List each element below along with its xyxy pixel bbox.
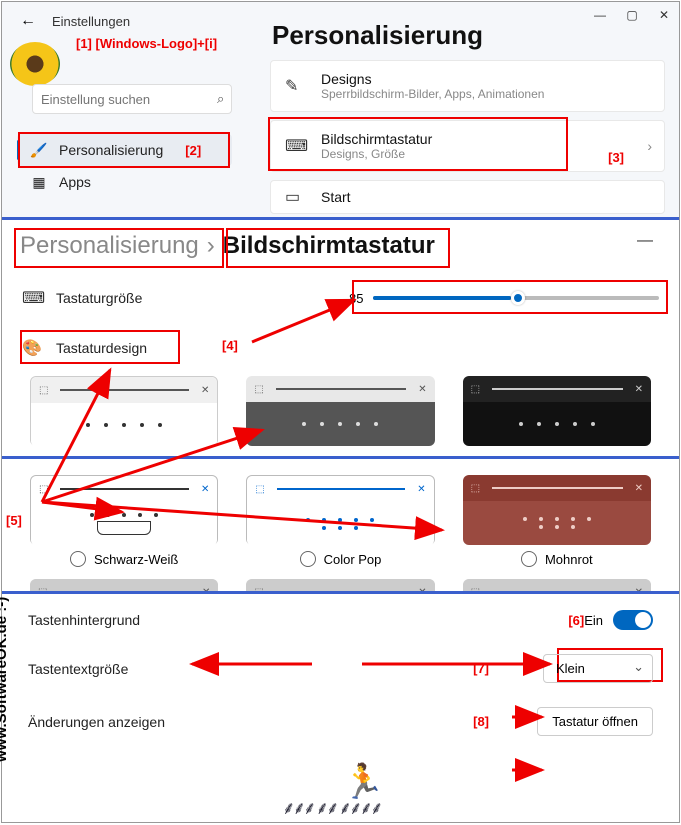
preview-changes-row: Änderungen anzeigen [8] Tastatur öffnen [2,695,679,748]
toggle-state-label: Ein [584,613,603,628]
user-avatar[interactable] [10,42,60,86]
search-input[interactable] [41,92,217,107]
annotation-3: [3] [608,150,624,165]
designs-icon: ✎ [285,76,307,96]
theme-thumb-light[interactable]: ⬚✕ [30,376,218,452]
open-keyboard-button[interactable]: Tastatur öffnen [537,707,653,736]
tile-list: ✎ Designs Sperrbildschirm-Bilder, Apps, … [270,60,665,222]
keyboard-size-icon: ⌨ [22,288,44,308]
radio-icon[interactable] [300,551,316,567]
watermark: www.SoftwareOK.de :-) [0,597,10,762]
theme-label: Mohnrot [545,552,593,567]
annotation-8: [8] [473,714,489,729]
close-button[interactable]: ✕ [657,8,671,22]
keyboard-settings-panel: Personalisierung › Bildschirmtastatur — … [2,220,679,456]
annotation-7: [7] [473,661,489,676]
back-button[interactable]: ← [12,8,44,34]
key-background-row: Tastenhintergrund [6] Ein [2,598,679,642]
settings-label: Einstellungen [52,14,130,29]
highlight-box-design [20,330,180,364]
highlight-box-slider [352,280,668,314]
key-background-toggle[interactable] [613,610,653,630]
theme-row-peek: ⬚✕ ⬚✕ ⬚✕ [2,571,679,591]
page-title: Personalisierung [272,20,483,51]
key-text-size-dropdown[interactable]: Klein [543,654,653,683]
tile-title: Designs [321,71,544,87]
minimize-button[interactable]: — [593,8,607,22]
tile-title: Start [321,189,351,205]
maximize-button[interactable]: ▢ [625,8,639,22]
radio-icon[interactable] [70,551,86,567]
settings-top-panel: ← Einstellungen Personalisierung — ▢ ✕ [… [2,2,679,220]
preview-changes-label: Änderungen anzeigen [28,714,537,730]
start-icon: ▭ [285,187,307,207]
keyboard-size-label: Tastaturgröße [56,290,349,306]
tile-designs[interactable]: ✎ Designs Sperrbildschirm-Bilder, Apps, … [270,60,665,112]
search-icon: ⌕ [217,91,224,107]
highlight-box-bc2 [226,228,450,268]
minimize-button[interactable]: — [637,232,653,250]
nav-item-label: Apps [59,174,91,190]
bottom-settings: Tastenhintergrund [6] Ein Tastentextgröß… [2,594,679,752]
highlight-box-2 [18,132,230,168]
theme-picker-panel: [5] ⬚✕ Schwarz-Weiß ⬚✕ [2,459,679,591]
theme-color-pop[interactable]: ⬚✕ Color Pop [246,475,434,567]
chevron-right-icon: › [647,138,652,154]
highlight-box-bc1 [14,228,224,268]
theme-row-labeled: ⬚✕ Schwarz-Weiß ⬚✕ Color Pop [2,459,679,571]
annotation-1: [1] [Windows-Logo]+[i] [76,36,217,51]
grass-decoration: ⸙⸙⸙ ⸙⸙ ⸙⸙⸙⸙ [282,796,381,820]
theme-label: Schwarz-Weiß [94,552,178,567]
annotation-6: [6] [568,613,584,628]
annotation-5: [5] [6,513,22,528]
theme-schwarz-weiss[interactable]: ⬚✕ Schwarz-Weiß [30,475,218,567]
annotation-4: [4] [222,338,238,353]
search-box[interactable]: ⌕ [32,84,232,114]
key-text-size-label: Tastentextgröße [28,661,543,677]
apps-icon: ▦ [31,174,47,190]
theme-label: Color Pop [324,552,382,567]
tile-subtitle: Sperrbildschirm-Bilder, Apps, Animatione… [321,87,544,101]
tile-start[interactable]: ▭ Start [270,180,665,214]
theme-row-top: ⬚✕ ⬚✕ ⬚✕ [2,368,679,456]
nav-item-apps[interactable]: ▦ Apps [17,166,232,198]
highlight-box-3 [268,117,568,171]
key-text-size-row: Tastentextgröße [7] Klein [2,642,679,695]
theme-mohnrot[interactable]: ⬚✕ Mohnrot [463,475,651,567]
radio-icon[interactable] [521,551,537,567]
theme-thumb-mid[interactable]: ⬚✕ [246,376,434,452]
theme-thumb-dark[interactable]: ⬚✕ [463,376,651,452]
